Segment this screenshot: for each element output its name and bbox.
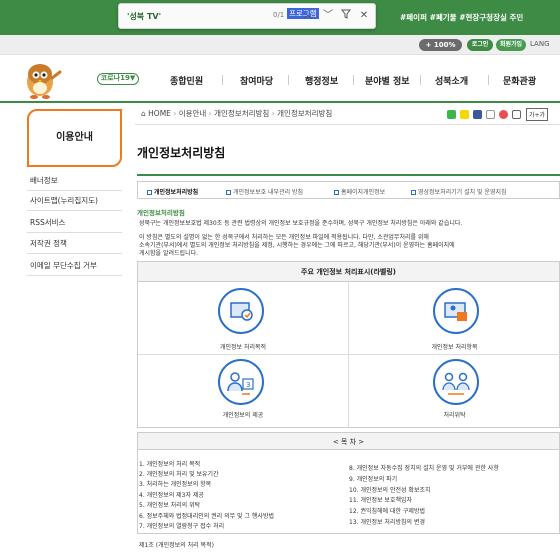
toc-item[interactable]: 7. 개인정보의 열람청구 접수 처리 — [139, 521, 224, 530]
corona19-dropdown[interactable]: 코로나19▼ — [97, 73, 139, 85]
toc-item[interactable]: 13. 개인정보 처리방침의 변경 — [349, 517, 425, 526]
sidebar-item-copyright[interactable]: 저작권 정책 — [27, 234, 122, 254]
find-bar: '성북 TV' 프로그램 0/1 ︿ ﹀ ✕ — [118, 3, 376, 29]
sidebar-title: 이용안내 — [27, 109, 122, 167]
label-provide: 3 개인정보의 제공 — [138, 355, 349, 428]
feedback-icon[interactable] — [499, 110, 508, 119]
sidebar-item-banner[interactable]: 배너정보 — [27, 171, 122, 191]
breadcrumb-item[interactable]: 개인정보처리방침 — [214, 109, 269, 118]
intro-text: 성북구는 개인정보보호법 제30조 등 관련 법령상의 개인정보 보호규정을 준… — [139, 220, 463, 227]
toc-item[interactable]: 10. 개인정보의 안전성 확보조치 — [349, 485, 431, 494]
kakao-icon[interactable] — [460, 110, 469, 119]
toc-item[interactable]: 1. 개인정보의 처리 목적 — [139, 459, 200, 468]
nav-item-civil[interactable]: 종합민원 — [170, 74, 203, 87]
print-icon[interactable] — [486, 110, 495, 119]
toc-heading: < 목 차 > — [137, 432, 560, 450]
labeling-box: 주요 개인정보 처리표시(라벨링) 개인정보 처리목적 개인정보 처리항목 3 … — [137, 261, 560, 428]
label-caption: 개인정보 처리목적 — [219, 344, 267, 351]
nav-item-participation[interactable]: 참여마당 — [240, 74, 273, 87]
close-icon[interactable]: ✕ — [357, 9, 371, 23]
breadcrumb-divider — [135, 124, 560, 125]
font-size-control[interactable]: + 100% — [419, 39, 462, 51]
policy-tabs: 개인정보처리방침 개인정보보호 내부관리 방침 홈페이지개인정보 영상정보처리기… — [137, 181, 560, 199]
items-icon — [433, 288, 479, 334]
tab-privacy-policy[interactable]: 개인정보처리방침 — [147, 187, 198, 196]
toc-item[interactable]: 8. 개인정보 자동수집 장치의 설치 운영 및 거부에 관한 사항 — [349, 463, 499, 472]
tab-cctv-policy[interactable]: 영상정보처리기기 설치 및 운영지침 — [411, 187, 507, 196]
join-button[interactable]: 회원가입 — [496, 39, 526, 51]
toc-item[interactable]: 2. 개인정보의 처리 및 보유기간 — [139, 469, 219, 478]
find-next-icon[interactable]: ﹀ — [321, 9, 335, 23]
toc-item[interactable]: 4. 개인정보의 제3자 제공 — [139, 490, 204, 499]
toc-item[interactable]: 9. 개인정보의 파기 — [349, 474, 397, 483]
login-button[interactable]: 로그인 — [467, 39, 493, 51]
policy-paragraph-line: 게시함을 알려드립니다. — [139, 250, 199, 257]
find-prev-icon[interactable]: ︿ — [301, 9, 315, 23]
consign-icon — [433, 359, 479, 405]
nav-divider — [288, 75, 289, 85]
nav-divider — [420, 75, 421, 85]
nav-divider — [353, 75, 354, 85]
labeling-heading: 주요 개인정보 처리표시(라벨링) — [138, 262, 559, 282]
home-icon[interactable]: ⌂ — [141, 109, 146, 118]
util-bar: + 100% 로그인 회원가입 LANG — [0, 35, 560, 55]
label-caption: 개인정보의 제공 — [222, 412, 264, 419]
find-count: 0/1 — [273, 11, 285, 19]
font-size-button[interactable]: 가+가 — [526, 108, 549, 121]
page-title: 개인정보처리방침 — [137, 146, 226, 160]
breadcrumb: ⌂ HOME › 이용안내 › 개인정보처리방침 › 개인정보처리방침 — [141, 109, 333, 118]
section-heading: 개인정보처리방침 — [137, 209, 185, 217]
breadcrumb-item[interactable]: 이용안내 — [179, 109, 207, 118]
nav-item-culture[interactable]: 문화관광 — [503, 74, 536, 87]
nav-item-admin[interactable]: 행정정보 — [305, 74, 338, 87]
label-caption: 처리위탁 — [443, 412, 466, 419]
toc-item[interactable]: 12. 권익침해에 대한 구제방법 — [349, 506, 425, 515]
tab-internal-policy[interactable]: 개인정보보호 내부관리 방침 — [226, 187, 303, 196]
share-icon[interactable] — [512, 110, 521, 119]
label-purpose: 개인정보 처리목적 — [138, 282, 349, 355]
sidebar-item-email-reject[interactable]: 이메일 무단수집 거부 — [27, 256, 122, 276]
purpose-icon — [218, 288, 264, 334]
site-header: 코로나19▼ 종합민원 참여마당 행정정보 분야별 정보 성북소개 문화관광 — [0, 55, 560, 103]
svg-text:3: 3 — [246, 381, 250, 389]
sidebar-item-rss[interactable]: RSS서비스 — [27, 213, 122, 233]
provide-icon: 3 — [218, 359, 264, 405]
toc-item[interactable]: 11. 개인정보 보호책임자 — [349, 495, 412, 504]
lang-button[interactable]: LANG — [530, 40, 550, 48]
toc-item[interactable]: 6. 정보주체와 법정대리인의 권리 의무 및 그 행사방법 — [139, 511, 274, 520]
nav-divider — [488, 75, 489, 85]
label-caption: 개인정보 처리항목 — [431, 344, 478, 351]
nav-item-about[interactable]: 성북소개 — [435, 74, 468, 87]
nav-item-field-info[interactable]: 분야별 정보 — [365, 74, 410, 87]
keyword-ticker[interactable]: #페이퍼 #폐기물 #현장구청장실 주민 — [400, 12, 523, 23]
tab-homepage-privacy[interactable]: 홈페이지개인정보 — [334, 187, 385, 196]
mascot-logo-icon[interactable] — [18, 60, 66, 100]
nav-divider — [222, 75, 223, 85]
article-heading: 제1조 (개인정보의 처리 목적) — [139, 542, 214, 549]
breadcrumb-home[interactable]: HOME — [148, 109, 171, 118]
top-bar: #페이퍼 #폐기물 #현장구청장실 주민 '성북 TV' 프로그램 0/1 ︿ … — [0, 0, 560, 35]
toc-item[interactable]: 3. 처리하는 개인정보의 항목 — [139, 479, 211, 488]
facebook-icon[interactable] — [473, 110, 482, 119]
title-underline — [137, 174, 560, 176]
blog-icon[interactable] — [447, 110, 456, 119]
label-consign: 처리위탁 — [349, 355, 560, 428]
filter-icon[interactable] — [339, 9, 353, 23]
sidebar-item-sitemap[interactable]: 사이트맵(누리집지도) — [27, 191, 122, 211]
label-items: 개인정보 처리항목 — [349, 282, 560, 355]
toc-item[interactable]: 5. 개인정보 처리의 위탁 — [139, 500, 200, 509]
breadcrumb-item[interactable]: 개인정보처리방침 — [277, 109, 332, 118]
find-query-label: '성북 TV' — [127, 12, 162, 21]
